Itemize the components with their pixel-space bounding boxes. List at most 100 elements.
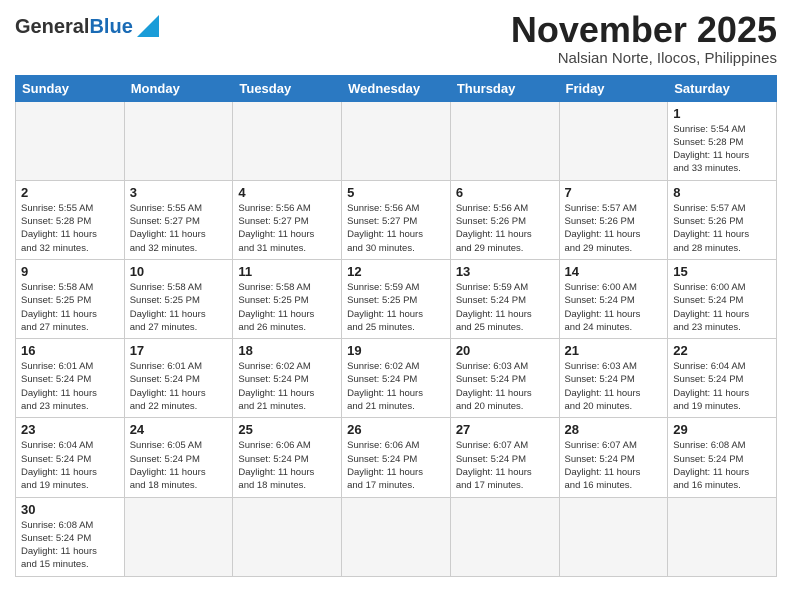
calendar-cell: 12Sunrise: 5:59 AM Sunset: 5:25 PM Dayli… [342, 259, 451, 338]
calendar-cell: 6Sunrise: 5:56 AM Sunset: 5:26 PM Daylig… [450, 180, 559, 259]
day-number: 21 [565, 343, 663, 358]
logo-blue-text: Blue [89, 16, 132, 39]
logo-triangle-icon [137, 15, 159, 37]
day-number: 20 [456, 343, 554, 358]
day-info: Sunrise: 5:59 AM Sunset: 5:25 PM Dayligh… [347, 281, 445, 334]
calendar-cell: 22 Sunrise: 6:04 AM Sunset: 5:24 PM Dayli… [668, 339, 777, 418]
day-info: Sunrise: 5:57 AM Sunset: 5:26 PM Dayligh… [565, 202, 663, 255]
calendar-cell [124, 101, 233, 180]
day-number: 15 [673, 264, 771, 279]
calendar-cell: 19Sunrise: 6:02 AM Sunset: 5:24 PM Dayli… [342, 339, 451, 418]
calendar-cell: 27 Sunrise: 6:07 AM Sunset: 5:24 PM Dayli… [450, 418, 559, 497]
day-info: Sunrise: 5:58 AM Sunset: 5:25 PM Dayligh… [238, 281, 336, 334]
calendar-cell [559, 101, 668, 180]
calendar-cell: 10 Sunrise: 5:58 AM Sunset: 5:25 PM Dayli… [124, 259, 233, 338]
day-number: 13 [456, 264, 554, 279]
calendar-cell: 17 Sunrise: 6:01 AM Sunset: 5:24 PM Dayli… [124, 339, 233, 418]
weekday-header-row: SundayMondayTuesdayWednesdayThursdayFrid… [16, 75, 777, 101]
day-info: Sunrise: 5:58 AM Sunset: 5:25 PM Dayligh… [130, 281, 228, 334]
day-number: 6 [456, 185, 554, 200]
day-info: Sunrise: 6:04 AM Sunset: 5:24 PM Dayligh… [21, 439, 119, 492]
day-number: 10 [130, 264, 228, 279]
calendar-cell [450, 101, 559, 180]
day-number: 22 [673, 343, 771, 358]
day-number: 4 [238, 185, 336, 200]
day-info: Sunrise: 6:03 AM Sunset: 5:24 PM Dayligh… [565, 360, 663, 413]
day-number: 9 [21, 264, 119, 279]
title-area: November 2025 Nalsian Norte, Ilocos, Phi… [511, 10, 777, 67]
day-info: Sunrise: 6:06 AM Sunset: 5:24 PM Dayligh… [238, 439, 336, 492]
week-row-4: 16 Sunrise: 6:01 AM Sunset: 5:24 PM Dayli… [16, 339, 777, 418]
day-number: 25 [238, 422, 336, 437]
week-row-2: 2 Sunrise: 5:55 AM Sunset: 5:28 PM Daylig… [16, 180, 777, 259]
calendar-cell: 1Sunrise: 5:54 AM Sunset: 5:28 PM Daylig… [668, 101, 777, 180]
day-number: 1 [673, 106, 771, 121]
day-info: Sunrise: 5:56 AM Sunset: 5:27 PM Dayligh… [238, 202, 336, 255]
calendar-cell [16, 101, 125, 180]
day-info: Sunrise: 6:03 AM Sunset: 5:24 PM Dayligh… [456, 360, 554, 413]
day-number: 14 [565, 264, 663, 279]
calendar-cell: 20 Sunrise: 6:03 AM Sunset: 5:24 PM Dayli… [450, 339, 559, 418]
day-number: 19 [347, 343, 445, 358]
calendar-cell: 5Sunrise: 5:56 AM Sunset: 5:27 PM Daylig… [342, 180, 451, 259]
calendar-cell: 15 Sunrise: 6:00 AM Sunset: 5:24 PM Dayli… [668, 259, 777, 338]
day-info: Sunrise: 5:57 AM Sunset: 5:26 PM Dayligh… [673, 202, 771, 255]
calendar-cell [668, 497, 777, 576]
calendar-cell: 11 Sunrise: 5:58 AM Sunset: 5:25 PM Dayli… [233, 259, 342, 338]
day-number: 11 [238, 264, 336, 279]
logo-general-text: General [15, 16, 89, 39]
calendar-cell [342, 101, 451, 180]
day-info: Sunrise: 6:07 AM Sunset: 5:24 PM Dayligh… [565, 439, 663, 492]
day-number: 5 [347, 185, 445, 200]
week-row-6: 30Sunrise: 6:08 AM Sunset: 5:24 PM Dayli… [16, 497, 777, 576]
calendar-cell: 7 Sunrise: 5:57 AM Sunset: 5:26 PM Daylig… [559, 180, 668, 259]
day-info: Sunrise: 6:07 AM Sunset: 5:24 PM Dayligh… [456, 439, 554, 492]
week-row-5: 23 Sunrise: 6:04 AM Sunset: 5:24 PM Dayli… [16, 418, 777, 497]
day-number: 23 [21, 422, 119, 437]
weekday-header-saturday: Saturday [668, 75, 777, 101]
day-info: Sunrise: 6:00 AM Sunset: 5:24 PM Dayligh… [565, 281, 663, 334]
day-info: Sunrise: 6:01 AM Sunset: 5:24 PM Dayligh… [130, 360, 228, 413]
calendar-cell: 25 Sunrise: 6:06 AM Sunset: 5:24 PM Dayli… [233, 418, 342, 497]
calendar-cell: 16 Sunrise: 6:01 AM Sunset: 5:24 PM Dayli… [16, 339, 125, 418]
day-info: Sunrise: 6:04 AM Sunset: 5:24 PM Dayligh… [673, 360, 771, 413]
day-info: Sunrise: 6:08 AM Sunset: 5:24 PM Dayligh… [673, 439, 771, 492]
day-info: Sunrise: 5:55 AM Sunset: 5:28 PM Dayligh… [21, 202, 119, 255]
day-number: 8 [673, 185, 771, 200]
day-info: Sunrise: 6:01 AM Sunset: 5:24 PM Dayligh… [21, 360, 119, 413]
day-number: 18 [238, 343, 336, 358]
calendar-table: SundayMondayTuesdayWednesdayThursdayFrid… [15, 75, 777, 577]
day-number: 16 [21, 343, 119, 358]
weekday-header-monday: Monday [124, 75, 233, 101]
calendar-cell: 4 Sunrise: 5:56 AM Sunset: 5:27 PM Daylig… [233, 180, 342, 259]
day-number: 30 [21, 502, 119, 517]
calendar-cell [124, 497, 233, 576]
calendar-cell: 2 Sunrise: 5:55 AM Sunset: 5:28 PM Daylig… [16, 180, 125, 259]
day-number: 27 [456, 422, 554, 437]
logo: General Blue [15, 10, 159, 39]
weekday-header-wednesday: Wednesday [342, 75, 451, 101]
calendar-cell [342, 497, 451, 576]
calendar-cell: 14 Sunrise: 6:00 AM Sunset: 5:24 PM Dayli… [559, 259, 668, 338]
week-row-1: 1Sunrise: 5:54 AM Sunset: 5:28 PM Daylig… [16, 101, 777, 180]
day-number: 26 [347, 422, 445, 437]
day-number: 28 [565, 422, 663, 437]
day-number: 17 [130, 343, 228, 358]
calendar-cell: 29Sunrise: 6:08 AM Sunset: 5:24 PM Dayli… [668, 418, 777, 497]
calendar-cell [233, 101, 342, 180]
day-number: 2 [21, 185, 119, 200]
day-number: 3 [130, 185, 228, 200]
calendar-cell: 26Sunrise: 6:06 AM Sunset: 5:24 PM Dayli… [342, 418, 451, 497]
calendar-cell: 28 Sunrise: 6:07 AM Sunset: 5:24 PM Dayli… [559, 418, 668, 497]
calendar-cell: 18 Sunrise: 6:02 AM Sunset: 5:24 PM Dayli… [233, 339, 342, 418]
day-number: 7 [565, 185, 663, 200]
weekday-header-tuesday: Tuesday [233, 75, 342, 101]
day-info: Sunrise: 6:00 AM Sunset: 5:24 PM Dayligh… [673, 281, 771, 334]
week-row-3: 9 Sunrise: 5:58 AM Sunset: 5:25 PM Daylig… [16, 259, 777, 338]
calendar-cell [450, 497, 559, 576]
day-info: Sunrise: 6:02 AM Sunset: 5:24 PM Dayligh… [238, 360, 336, 413]
day-info: Sunrise: 5:58 AM Sunset: 5:25 PM Dayligh… [21, 281, 119, 334]
day-info: Sunrise: 5:59 AM Sunset: 5:24 PM Dayligh… [456, 281, 554, 334]
calendar-cell: 24Sunrise: 6:05 AM Sunset: 5:24 PM Dayli… [124, 418, 233, 497]
day-number: 24 [130, 422, 228, 437]
